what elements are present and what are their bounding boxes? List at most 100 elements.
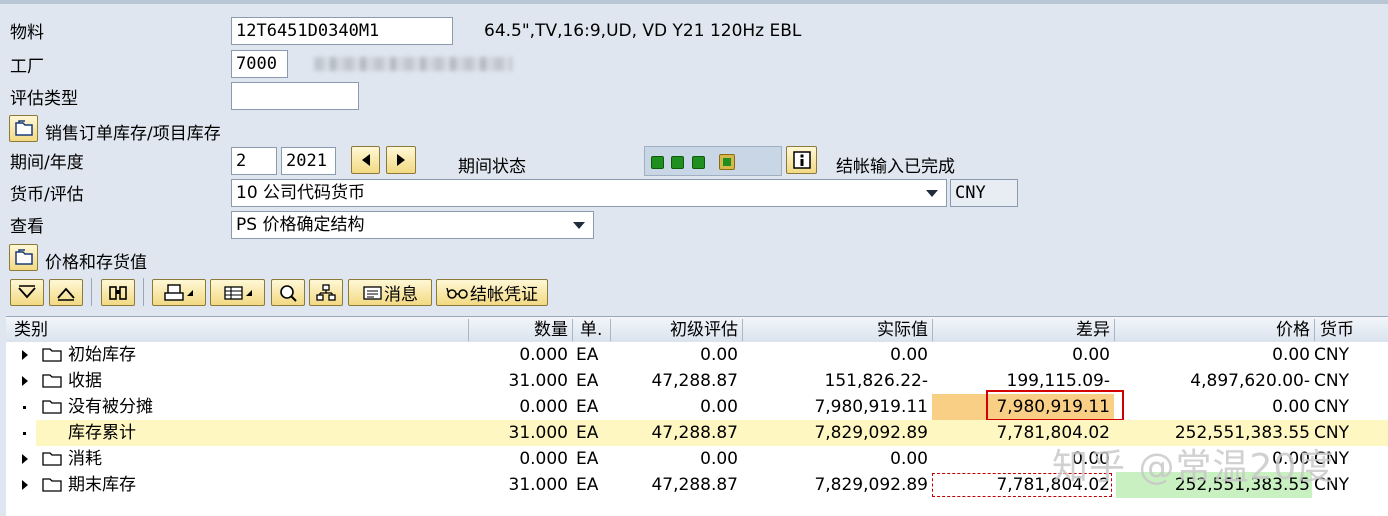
previous-period-button[interactable] — [351, 146, 380, 174]
currency-valuation-value: 10 公司代码货币 — [236, 183, 366, 203]
column-header-currency[interactable]: 货币 — [1320, 317, 1354, 343]
plant-description-redacted — [314, 57, 512, 71]
table-row[interactable]: 没有被分摊 0.000 EA 0.00 7,980,919.11 7,980,9… — [6, 390, 1388, 421]
row-price: 4,897,620.00- — [1190, 371, 1310, 391]
valuation-type-input[interactable] — [231, 82, 359, 110]
currency-valuation-select[interactable]: 10 公司代码货币 — [231, 179, 947, 207]
watermark: 知乎 @常温20度 — [1052, 447, 1335, 488]
view-select[interactable]: PS 价格确定结构 — [231, 211, 594, 239]
folder-icon — [42, 374, 62, 388]
expand-all-button[interactable] — [10, 279, 44, 306]
period-status-text: 结帐输入已完成 — [836, 157, 955, 177]
info-button[interactable] — [786, 146, 817, 174]
row-currency: CNY — [1314, 345, 1349, 365]
period-year-label: 期间/年度 — [10, 153, 84, 173]
status-light-icon — [692, 156, 705, 169]
row-currency: CNY — [1314, 371, 1349, 391]
message-icon — [363, 285, 382, 300]
column-divider — [572, 319, 573, 341]
material-description: 64.5",TV,16:9,UD, VD Y21 120Hz EBL — [484, 21, 802, 41]
print-button[interactable] — [152, 279, 206, 306]
expand-arrow-icon[interactable] — [22, 350, 28, 360]
status-light-icon — [651, 156, 664, 169]
row-category: 初始库存 — [68, 345, 136, 365]
collapse-icon — [57, 287, 75, 301]
row-quantity: 0.000 — [519, 397, 568, 417]
column-header-initial[interactable]: 初级评估 — [616, 317, 738, 343]
messages-button[interactable]: 消息 — [348, 279, 432, 306]
period-input[interactable]: 2 — [231, 147, 277, 175]
sales-order-stock-label: 销售订单库存/项目库存 — [45, 124, 221, 144]
row-quantity: 31.000 — [508, 371, 568, 391]
row-difference: 0.00 — [1072, 345, 1110, 365]
row-category: 没有被分摊 — [68, 397, 153, 417]
material-input[interactable]: 12T6451D0340M1 — [231, 17, 453, 45]
column-divider — [610, 319, 611, 341]
row-unit: EA — [576, 397, 599, 417]
sales-order-stock-button[interactable] — [9, 115, 38, 142]
folder-nav-icon — [14, 119, 33, 136]
row-actual: 151,826.22- — [824, 371, 928, 391]
glasses-icon — [446, 287, 468, 299]
period-status-lights — [644, 146, 782, 176]
year-input[interactable]: 2021 — [281, 147, 336, 175]
row-initial: 47,288.87 — [651, 371, 738, 391]
closing-document-button[interactable]: 结帐凭证 — [436, 279, 548, 306]
table-header: 类别 数量 单. 初级评估 实际值 差异 价格 货币 — [6, 316, 1388, 344]
column-divider — [932, 319, 933, 341]
row-difference: 7,980,919.11 — [996, 397, 1110, 417]
column-divider — [468, 319, 469, 341]
printer-icon — [164, 283, 184, 301]
next-period-button[interactable] — [386, 146, 416, 174]
plant-label: 工厂 — [10, 57, 44, 77]
expand-arrow-icon[interactable] — [22, 376, 28, 386]
row-actual: 7,829,092.89 — [814, 475, 928, 495]
status-light-icon — [671, 156, 684, 169]
plant-input[interactable]: 7000 — [231, 50, 288, 78]
row-quantity: 0.000 — [519, 449, 568, 469]
column-header-price[interactable]: 价格 — [1118, 317, 1310, 343]
chevron-down-icon — [573, 222, 585, 229]
column-divider — [742, 319, 743, 341]
info-icon — [792, 151, 811, 169]
period-status-label: 期间状态 — [458, 157, 526, 177]
currency-valuation-label: 货币/评估 — [10, 185, 84, 205]
column-header-quantity[interactable]: 数量 — [476, 317, 568, 343]
column-header-actual[interactable]: 实际值 — [746, 317, 928, 343]
row-unit: EA — [576, 371, 599, 391]
column-header-unit[interactable]: 单. — [580, 317, 602, 343]
price-inventory-button[interactable] — [9, 244, 38, 271]
row-price: 0.00 — [1272, 345, 1310, 365]
row-unit: EA — [576, 449, 599, 469]
dropdown-caret-icon — [187, 289, 193, 296]
expand-arrow-icon[interactable] — [22, 454, 28, 464]
column-header-category[interactable]: 类别 — [14, 317, 48, 343]
row-unit: EA — [576, 475, 599, 495]
dropdown-caret-icon — [245, 289, 252, 296]
details-button[interactable] — [271, 279, 305, 306]
valuation-type-label: 评估类型 — [10, 89, 78, 109]
toolbar-separator — [91, 278, 92, 306]
find-button[interactable] — [101, 279, 135, 306]
row-initial: 0.00 — [700, 397, 738, 417]
row-initial: 47,288.87 — [651, 475, 738, 495]
row-initial: 0.00 — [700, 449, 738, 469]
leaf-dot-icon — [23, 406, 26, 409]
row-actual: 7,980,919.11 — [814, 397, 928, 417]
leaf-dot-icon — [23, 432, 26, 435]
row-category: 收据 — [68, 371, 102, 391]
collapse-all-button[interactable] — [49, 279, 83, 306]
column-divider — [1314, 319, 1315, 341]
toolbar-separator — [143, 278, 144, 306]
row-category: 期末库存 — [68, 475, 136, 495]
table-row[interactable]: 收据 31.000 EA 47,288.87 151,826.22- 199,1… — [6, 368, 1388, 394]
top-border — [0, 0, 1388, 4]
folder-icon — [42, 478, 62, 492]
table-row[interactable]: 初始库存 0.000 EA 0.00 0.00 0.00 0.00 CNY — [6, 342, 1388, 368]
expand-arrow-icon[interactable] — [22, 480, 28, 490]
triangle-right-icon — [397, 154, 405, 166]
column-header-difference[interactable]: 差异 — [936, 317, 1110, 343]
row-price: 0.00 — [1272, 397, 1310, 417]
hierarchy-button[interactable] — [309, 279, 343, 306]
layout-button[interactable] — [210, 279, 265, 306]
